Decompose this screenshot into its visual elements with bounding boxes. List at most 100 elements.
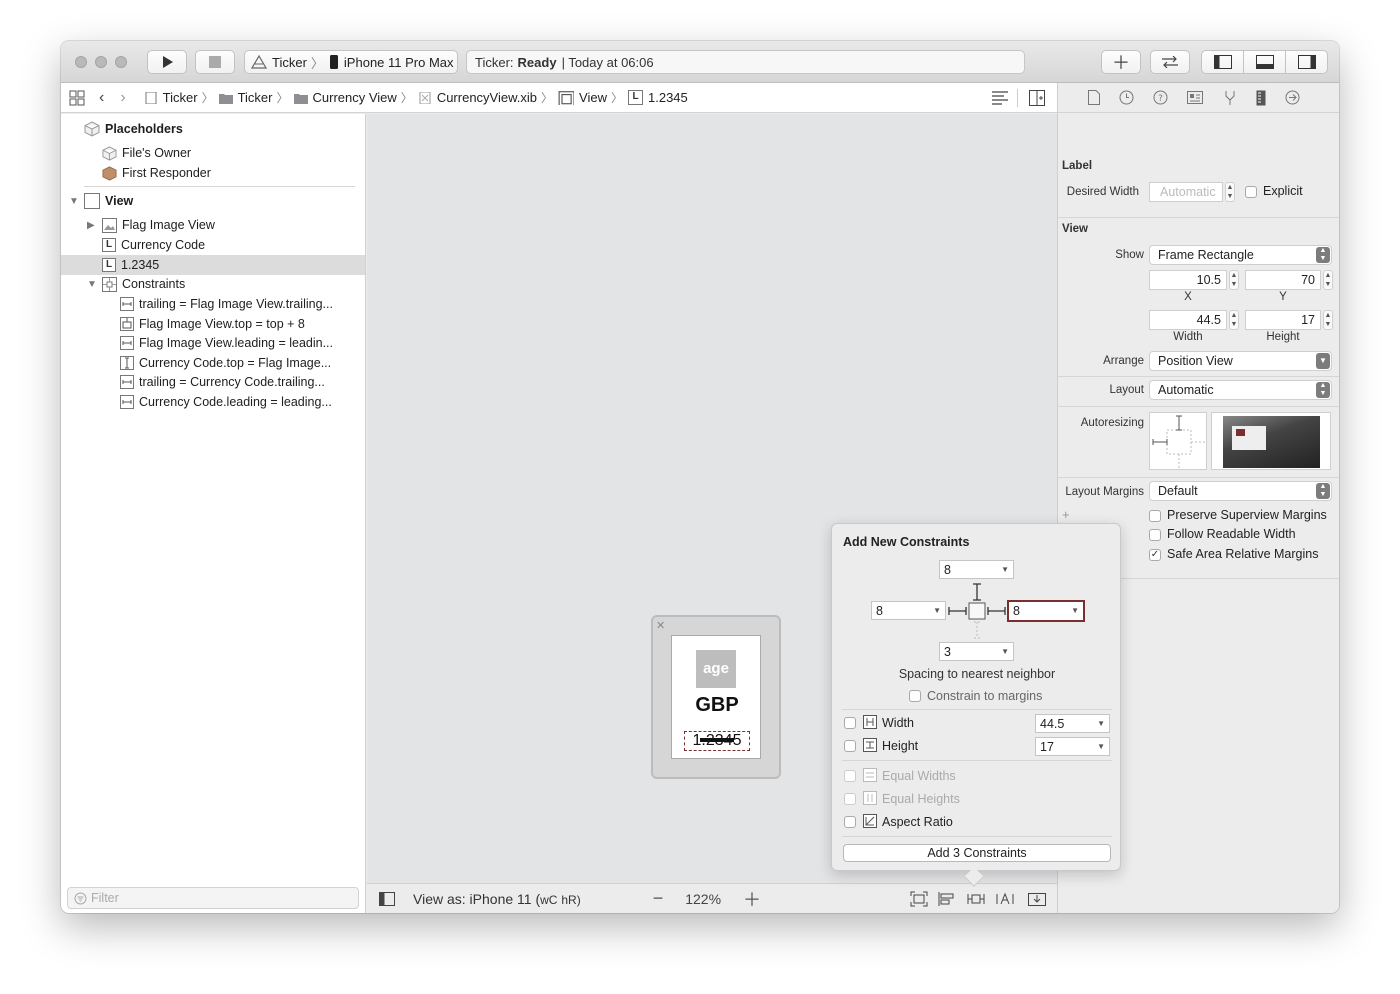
x-stepper[interactable]: ▲ ▼ [1229, 270, 1239, 290]
constraint-item[interactable]: Currency Code.leading = leading... [61, 392, 365, 412]
run-button[interactable] [147, 50, 187, 74]
stop-button[interactable] [195, 50, 235, 74]
resolve-issues-icon[interactable] [996, 891, 1014, 907]
crumb-group-currency-view[interactable]: Currency View 〉 [293, 89, 418, 106]
width-field[interactable]: 44.5 [1149, 310, 1227, 330]
aspect-ratio-checkbox[interactable] [844, 816, 856, 828]
toggle-debug-area-button[interactable] [1243, 50, 1286, 74]
size-inspector-icon[interactable] [1256, 90, 1266, 106]
zoom-window-button[interactable] [115, 56, 127, 68]
follow-readable-checkbox[interactable] [1149, 529, 1161, 541]
desired-width-stepper[interactable]: ▲ ▼ [1225, 182, 1235, 202]
explicit-checkbox[interactable] [1245, 186, 1257, 198]
constrain-margins-checkbox[interactable] [909, 690, 921, 702]
align-icon[interactable] [938, 891, 956, 907]
height-field[interactable]: 17 [1245, 310, 1321, 330]
constraint-item[interactable]: Flag Image View.leading = leadin... [61, 333, 365, 353]
layout-popup[interactable]: Automatic ▲ ▼ [1149, 380, 1332, 400]
autoresizing-label: Autoresizing [1080, 417, 1144, 429]
crumb-group-ticker[interactable]: Ticker 〉 [218, 89, 294, 106]
y-field[interactable]: 70 [1245, 270, 1321, 290]
update-frames-icon[interactable] [910, 891, 928, 907]
currency-code-preview[interactable]: GBP [672, 694, 762, 717]
top-spacing-field[interactable]: 8 ▼ [939, 560, 1014, 579]
view-as-label[interactable]: View as: iPhone 11 (wC hR) [413, 891, 581, 907]
x-field[interactable]: 10.5 [1149, 270, 1227, 290]
crumb-project[interactable]: Ticker 〉 [144, 89, 219, 106]
width-stepper[interactable]: ▲ ▼ [1229, 310, 1239, 330]
review-changes-button[interactable] [1150, 50, 1190, 74]
xcode-window: Ticker 〉 iPhone 11 Pro Max Ticker: Ready… [61, 41, 1339, 913]
desired-width-field[interactable]: Automatic [1149, 182, 1223, 202]
attributes-inspector-icon[interactable] [1223, 90, 1237, 106]
trailing-strut[interactable] [987, 607, 1006, 615]
equal-widths-checkbox[interactable] [844, 770, 856, 782]
arrange-popup[interactable]: Position View ▼ [1149, 351, 1332, 371]
document-outline-toggle-icon[interactable] [379, 891, 395, 906]
svg-text:?: ? [1158, 94, 1163, 104]
quick-help-icon[interactable]: ? [1153, 90, 1168, 105]
outline-flag-image-view[interactable]: Flag Image View [61, 215, 365, 235]
minimize-window-button[interactable] [95, 56, 107, 68]
constraint-item[interactable]: Currency Code.top = Flag Image... [61, 353, 365, 373]
zoom-out-button[interactable]: − [653, 888, 664, 909]
scheme-selector[interactable]: Ticker 〉 iPhone 11 Pro Max [244, 50, 458, 74]
back-arrow-icon[interactable]: ‹ [99, 89, 104, 107]
bottom-spacing-field[interactable]: 3 ▼ [939, 642, 1014, 661]
height-constraint-value: 17 [1040, 739, 1054, 754]
preserve-margins-checkbox[interactable] [1149, 510, 1161, 522]
embed-in-icon[interactable] [1028, 891, 1046, 907]
equal-heights-checkbox[interactable] [844, 793, 856, 805]
connections-inspector-icon[interactable] [1285, 90, 1300, 105]
add-constraints-button[interactable]: Add 3 Constraints [843, 844, 1111, 862]
library-plus-button[interactable]: ＋ [1101, 50, 1141, 74]
outline-currency-code[interactable]: L Currency Code [61, 235, 365, 255]
add-constraints-icon[interactable] [967, 891, 985, 907]
y-stepper[interactable]: ▲ ▼ [1323, 270, 1333, 290]
history-inspector-icon[interactable] [1119, 90, 1134, 105]
width-constraint-field[interactable]: 44.5 ▼ [1035, 714, 1110, 733]
close-window-button[interactable] [75, 56, 87, 68]
autoresizing-preview [1211, 412, 1331, 470]
outline-placeholders[interactable]: Placeholders [61, 119, 365, 139]
layout-margins-popup[interactable]: Default ▲ ▼ [1149, 481, 1332, 501]
top-strut[interactable] [973, 583, 981, 601]
add-editor-icon[interactable] [1029, 90, 1045, 106]
crumb-xib-file[interactable]: CurrencyView.xib 〉 [418, 89, 558, 106]
outline-constraints[interactable]: Constraints [61, 274, 365, 294]
constraint-item[interactable]: Flag Image View.top = top + 8 [61, 314, 365, 334]
xib-view-frame[interactable]: ✕ age GBP 1.2345 [651, 615, 781, 779]
outline-first-responder[interactable]: First Responder [61, 163, 365, 183]
filter-field[interactable]: Filter [67, 887, 359, 909]
crumb-label[interactable]: L 1.2345 [628, 90, 688, 105]
constraint-item[interactable]: trailing = Currency Code.trailing... [61, 372, 365, 392]
outline-value-label[interactable]: L 1.2345 [61, 255, 365, 275]
close-scene-icon[interactable]: ✕ [656, 619, 665, 632]
xib-root-view[interactable]: age GBP 1.2345 [671, 635, 761, 759]
add-variation-plus-icon[interactable]: + [1062, 507, 1070, 522]
forward-arrow-icon[interactable]: › [120, 89, 125, 107]
crumb-view[interactable]: View 〉 [558, 89, 628, 106]
width-constraint-checkbox[interactable] [844, 717, 856, 729]
toggle-navigator-button[interactable] [1201, 50, 1244, 74]
leading-spacing-field[interactable]: 8 ▼ [871, 601, 946, 620]
toggle-inspector-button[interactable] [1285, 50, 1328, 74]
outline-files-owner[interactable]: File's Owner [61, 143, 365, 163]
zoom-in-button[interactable]: ＋ [743, 886, 761, 912]
safe-area-checkbox[interactable]: ✓ [1149, 549, 1161, 561]
height-constraint-checkbox[interactable] [844, 740, 856, 752]
file-inspector-icon[interactable] [1087, 90, 1100, 105]
height-constraint-field[interactable]: 17 ▼ [1035, 737, 1110, 756]
leading-strut[interactable] [948, 607, 967, 615]
show-popup[interactable]: Frame Rectangle ▲ ▼ [1149, 245, 1332, 265]
identity-inspector-icon[interactable] [1187, 91, 1204, 104]
lines-icon[interactable] [991, 91, 1009, 105]
height-stepper[interactable]: ▲ ▼ [1323, 310, 1333, 330]
outline-view[interactable]: View [61, 191, 365, 211]
constraint-item[interactable]: trailing = Flag Image View.trailing... [61, 294, 365, 314]
flag-image-placeholder[interactable]: age [696, 650, 736, 688]
autoresizing-mask-editor[interactable] [1149, 412, 1207, 470]
trailing-spacing-field[interactable]: 8 ▼ [1007, 600, 1085, 622]
grid-icon[interactable] [69, 90, 85, 106]
bottom-strut[interactable] [974, 621, 980, 639]
